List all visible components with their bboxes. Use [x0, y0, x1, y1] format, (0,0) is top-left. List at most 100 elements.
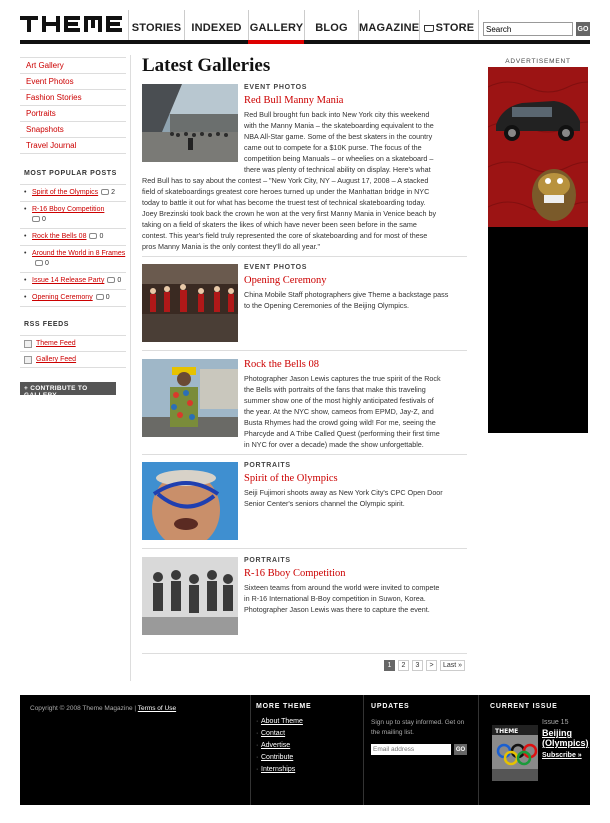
entry-thumbnail[interactable]	[142, 359, 238, 437]
rss-list: Theme Feed Gallery Feed	[20, 335, 126, 368]
popular-link[interactable]: Issue 14 Release Party	[32, 277, 104, 284]
email-field[interactable]	[371, 744, 451, 755]
comment-icon	[89, 233, 98, 239]
entry-thumbnail[interactable]	[142, 557, 238, 635]
page-3[interactable]: 3	[412, 660, 423, 671]
footer-link-advertise[interactable]: · Advertise	[256, 742, 356, 754]
entry-thumbnail[interactable]	[142, 462, 238, 548]
search-box: GO	[483, 22, 593, 38]
pagination: 1 2 3 > Last »	[384, 660, 468, 671]
rss-theme-feed[interactable]: Theme Feed	[20, 336, 126, 352]
search-input[interactable]	[483, 22, 573, 36]
footer-copyright-col: Copyright © 2008 Theme Magazine | Terms …	[30, 705, 250, 815]
entry-divider	[142, 548, 467, 549]
category-fashion-stories[interactable]: Fashion Stories	[20, 90, 126, 106]
nav-indexed[interactable]: INDEXED	[184, 10, 248, 42]
entry-excerpt-continued: Red Bull has to say about the contest – …	[142, 175, 467, 252]
nav-magazine[interactable]: MAGAZINE	[358, 10, 419, 42]
excerpt-line: to the Opening Ceremonies of the Beijing…	[244, 301, 409, 310]
comment-icon	[95, 294, 104, 300]
excerpt-line: summer show one of the most highly antic…	[244, 396, 434, 405]
entry-divider	[142, 256, 467, 257]
popular-heading: MOST POPULAR POSTS	[24, 170, 117, 177]
search-go-button[interactable]: GO	[576, 22, 590, 36]
popular-link[interactable]: Opening Ceremony	[32, 294, 93, 301]
copyright-text: Copyright © 2008 Theme Magazine |	[30, 705, 137, 712]
category-art-gallery[interactable]: Art Gallery	[20, 58, 126, 74]
popular-link[interactable]: Spirit of the Olympics	[32, 189, 98, 196]
excerpt-line: Photographer Jason Lewis captures the tr…	[244, 374, 441, 383]
popular-link[interactable]: R-16 Bboy Competition	[32, 206, 104, 213]
rss-icon	[24, 340, 32, 348]
advertisement-banner[interactable]	[488, 67, 588, 433]
entry-divider	[142, 350, 467, 351]
footer-link-about[interactable]: · About Theme	[256, 718, 356, 730]
subscribe-link[interactable]: Subscribe »	[542, 752, 588, 759]
site-footer: Copyright © 2008 Theme Magazine | Terms …	[20, 695, 590, 805]
entry-title[interactable]: R-16 Bboy Competition	[244, 568, 346, 579]
footer-updates-col: UPDATES Sign up to stay informed. Get on…	[371, 703, 471, 813]
category-travel-journal[interactable]: Travel Journal	[20, 138, 126, 154]
rss-gallery-feed[interactable]: Gallery Feed	[20, 352, 126, 368]
more-theme-heading: MORE THEME	[256, 703, 312, 710]
next-page[interactable]: >	[426, 660, 437, 671]
nav-blog[interactable]: BLOG	[304, 10, 358, 42]
excerpt-line: Photographer Jason Lewis was there to ca…	[244, 605, 430, 614]
last-page[interactable]: Last »	[440, 660, 466, 671]
footer-link-contact[interactable]: · Contact	[256, 730, 356, 742]
comment-count: 0	[105, 294, 110, 301]
popular-item: • Spirit of the Olympics 2	[20, 185, 126, 202]
excerpt-line: Senior Center's seniors channel the Olym…	[244, 499, 405, 508]
nav-stories[interactable]: STORIES	[128, 10, 184, 42]
page-2[interactable]: 2	[398, 660, 409, 671]
terms-link[interactable]: Terms of Use	[138, 705, 176, 712]
gallery-entry: EVENT PHOTOS Opening Ceremony China Mobi…	[142, 264, 467, 344]
newsletter-form: GO	[371, 744, 471, 755]
popular-link[interactable]: Around the World in 8 Frames	[32, 250, 125, 257]
category-event-photos[interactable]: Event Photos	[20, 74, 126, 90]
excerpt-line: came out to compete for a $10K purse. Th…	[244, 143, 422, 152]
comment-count: 0	[45, 260, 49, 267]
excerpt-line: field of skateboardings greatest core he…	[142, 187, 430, 196]
copyright: Copyright © 2008 Theme Magazine | Terms …	[30, 705, 250, 712]
theme-logo[interactable]	[20, 14, 124, 34]
comment-icon	[101, 189, 110, 195]
entry-title[interactable]: Rock the Bells 08	[244, 359, 319, 370]
excerpt-line: China Mobile Staff photographers give Th…	[244, 290, 449, 299]
contribute-button[interactable]: + CONTRIBUTE TO GALLERY	[20, 382, 116, 399]
footer-link-label: Contact	[261, 730, 286, 737]
gallery-entry: EVENT PHOTOS Red Bull Manny Mania Red Bu…	[142, 84, 467, 254]
excerpt-line: with the Manny Mania – the skateboarding…	[244, 121, 434, 130]
popular-item: • R-16 Bboy Competition 0	[20, 202, 126, 229]
page-1[interactable]: 1	[384, 660, 395, 671]
entry-thumbnail[interactable]	[142, 84, 238, 162]
popular-link[interactable]: Rock the Bells 08	[32, 233, 86, 240]
popular-item: • Rock the Bells 08 0	[20, 229, 126, 246]
nav-gallery[interactable]: GALLERY	[248, 10, 304, 42]
comment-icon	[32, 216, 40, 222]
entry-category: PORTRAITS	[244, 462, 291, 469]
comment-count: 0	[42, 216, 46, 223]
excerpt-line: Red Bull brought fun back into New York …	[244, 110, 430, 119]
category-snapshots[interactable]: Snapshots	[20, 122, 126, 138]
nav-store[interactable]: STORE	[419, 10, 479, 42]
signup-text: Sign up to stay informed. Get on the mai…	[371, 719, 465, 736]
footer-link-label: Advertise	[261, 742, 291, 749]
issue-cover[interactable]: THEME	[492, 725, 538, 781]
excerpt-line: taking on a field of skaters the likes o…	[142, 220, 417, 229]
footer-link-contribute[interactable]: · Contribute	[256, 754, 356, 766]
entry-title[interactable]: Spirit of the Olympics	[244, 473, 338, 484]
entry-thumbnail[interactable]	[142, 264, 238, 342]
entry-category: EVENT PHOTOS	[244, 264, 308, 271]
category-portraits[interactable]: Portraits	[20, 106, 126, 122]
email-go-button[interactable]: GO	[454, 744, 467, 755]
footer-link-label: Contribute	[261, 754, 294, 761]
footer-divider	[478, 695, 479, 805]
entry-title[interactable]: Opening Ceremony	[244, 275, 327, 286]
excerpt-line: there was plenty of technical ability on…	[244, 165, 431, 174]
entry-title[interactable]: Red Bull Manny Mania	[244, 95, 343, 106]
issue-title[interactable]: Beijing (Olympics)	[542, 728, 589, 748]
entry-excerpt: Sixteen teams from around the world were…	[244, 582, 469, 615]
excerpt-line: pros Manny Mania is the only contest the…	[142, 242, 321, 251]
footer-link-internships[interactable]: · Internships	[256, 766, 356, 778]
